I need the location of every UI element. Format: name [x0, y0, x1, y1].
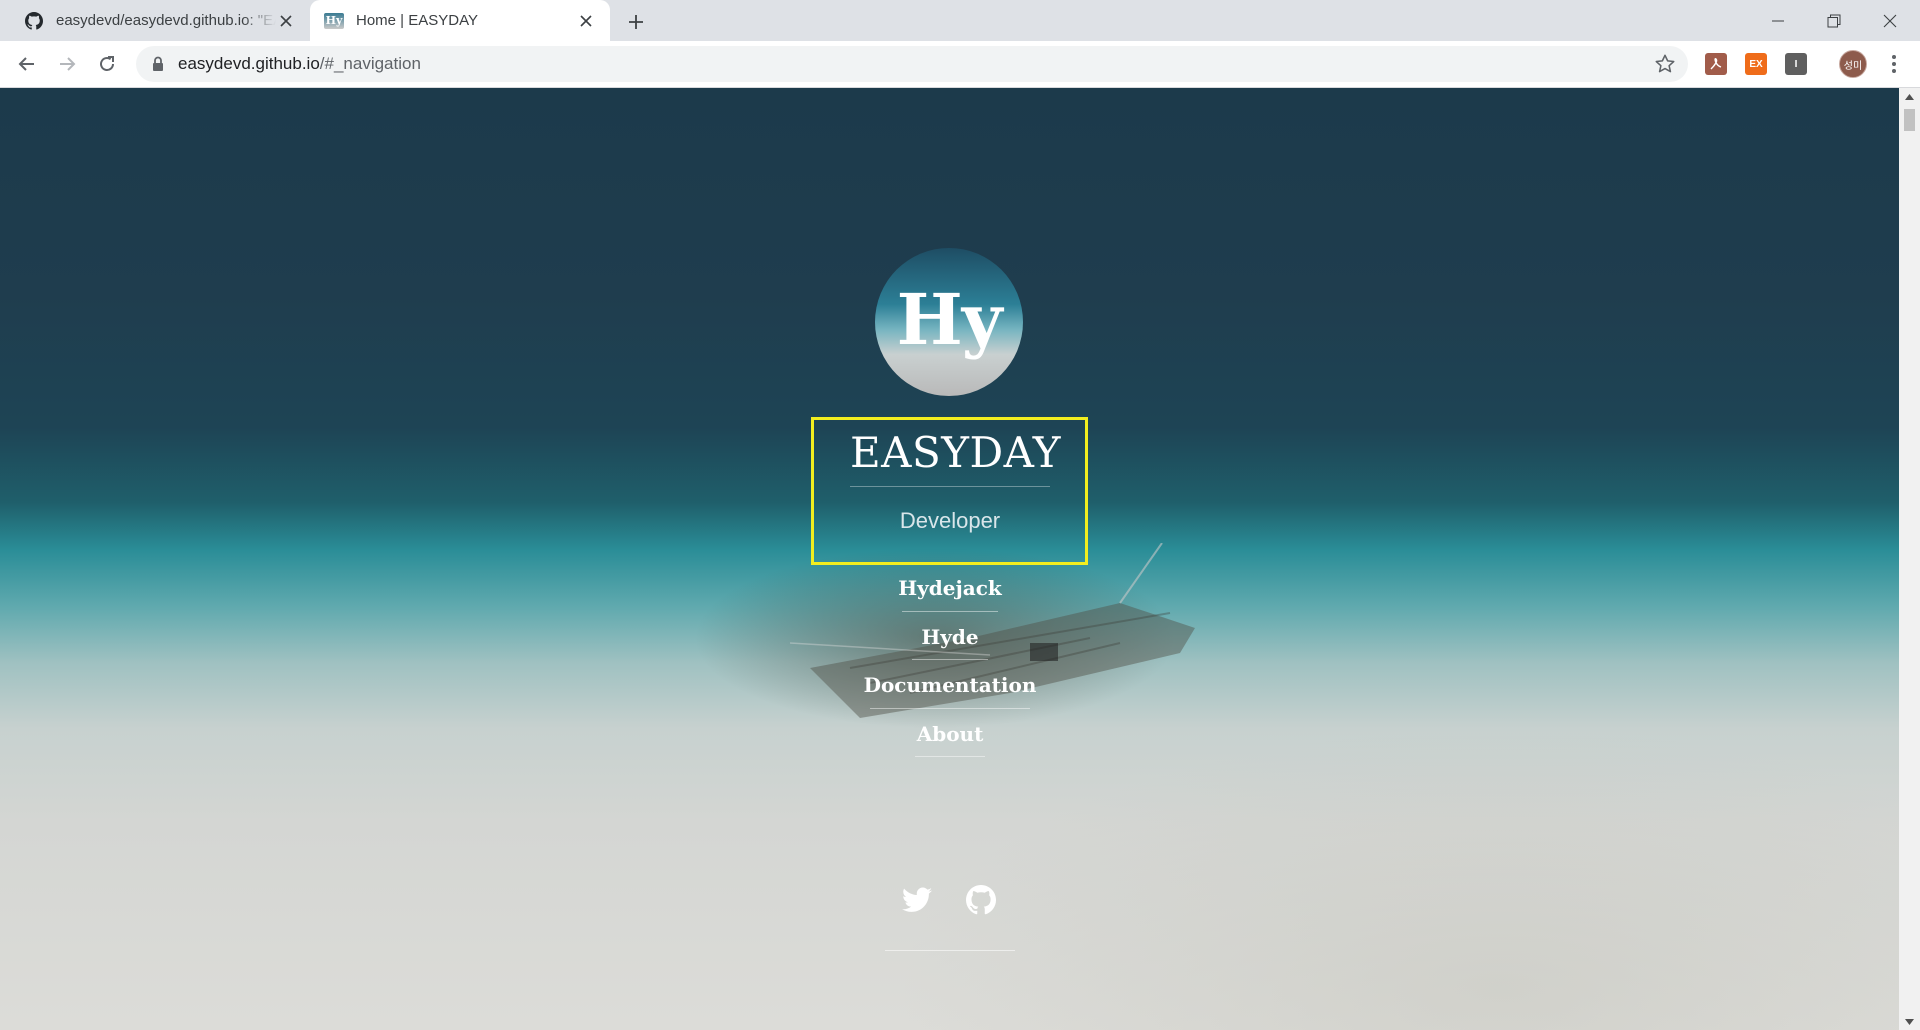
avatar-text: Hy [896, 277, 1003, 361]
hy-icon: Hy [324, 12, 344, 29]
reader-extension-icon[interactable]: I [1785, 53, 1807, 75]
nav-link-hydejack[interactable]: Hydejack [850, 565, 1050, 614]
minimize-button[interactable] [1750, 0, 1806, 41]
lock-icon [153, 56, 163, 71]
tab-strip: easydevd/easydevd.github.io: "EASYDAY" H… [0, 0, 1920, 41]
tagline: Developer [899, 508, 1001, 533]
sidebar-nav: Hydejack Hyde Documentation About [850, 565, 1050, 759]
nav-link-documentation[interactable]: Documentation [850, 662, 1050, 711]
scroll-up-arrow-icon[interactable] [1899, 88, 1920, 105]
plus-icon [629, 15, 643, 29]
profile-avatar-button[interactable]: 성미 [1839, 50, 1867, 78]
reload-button[interactable] [92, 49, 122, 79]
scroll-down-arrow-icon[interactable] [1899, 1013, 1920, 1030]
forward-button[interactable] [52, 49, 82, 79]
browser-menu-button[interactable] [1882, 51, 1906, 77]
twitter-icon[interactable] [900, 883, 934, 917]
scrollbar-thumb[interactable] [1904, 109, 1915, 131]
avatar[interactable]: Hy [875, 248, 1023, 396]
page-viewport: Hy EASYDAY Developer Hydejack Hyde Docum… [0, 88, 1899, 1030]
sidebar: Hy EASYDAY Developer Hydejack Hyde Docum… [0, 88, 1899, 1030]
back-button[interactable] [12, 49, 42, 79]
more-vert-icon [1892, 55, 1896, 73]
url-host: easydevd.github.io [178, 54, 320, 73]
restore-icon [1827, 14, 1841, 27]
close-tab-icon[interactable] [576, 11, 596, 31]
url-text: easydevd.github.io/#_navigation [178, 46, 421, 82]
arrow-right-icon [60, 57, 76, 71]
reload-icon [100, 56, 114, 71]
bookmark-star-icon[interactable] [1654, 53, 1676, 75]
url-path: /#_navigation [319, 54, 421, 73]
address-bar[interactable]: easydevd.github.io/#_navigation [136, 46, 1688, 82]
github-icon[interactable] [964, 883, 998, 917]
tab-title: Home | EASYDAY [356, 12, 478, 29]
page-scrollbar[interactable] [1899, 88, 1920, 1030]
close-window-button[interactable] [1862, 0, 1918, 41]
nav-link-hyde[interactable]: Hyde [850, 614, 1050, 663]
browser-toolbar: easydevd.github.io/#_navigation EX I 성미 [0, 41, 1920, 88]
title-divider [850, 486, 1050, 487]
ex-extension-icon[interactable]: EX [1745, 53, 1767, 75]
arrow-left-icon [18, 57, 34, 71]
tab-home-easyday[interactable]: Hy Home | EASYDAY [310, 0, 610, 41]
new-tab-button[interactable] [622, 8, 650, 36]
tab-github-repo[interactable]: easydevd/easydevd.github.io: "EASYDAY" [0, 0, 310, 41]
close-tab-icon[interactable] [276, 11, 296, 31]
tab-title: easydevd/easydevd.github.io: "EASYDAY" [56, 12, 276, 29]
social-divider [885, 950, 1015, 951]
github-icon [24, 11, 44, 31]
pdf-extension-icon[interactable] [1705, 53, 1727, 75]
close-icon [1883, 14, 1897, 27]
site-title[interactable]: EASYDAY [850, 428, 1061, 477]
minimize-icon [1772, 20, 1784, 21]
nav-link-about[interactable]: About [850, 711, 1050, 760]
restore-button[interactable] [1806, 0, 1862, 41]
